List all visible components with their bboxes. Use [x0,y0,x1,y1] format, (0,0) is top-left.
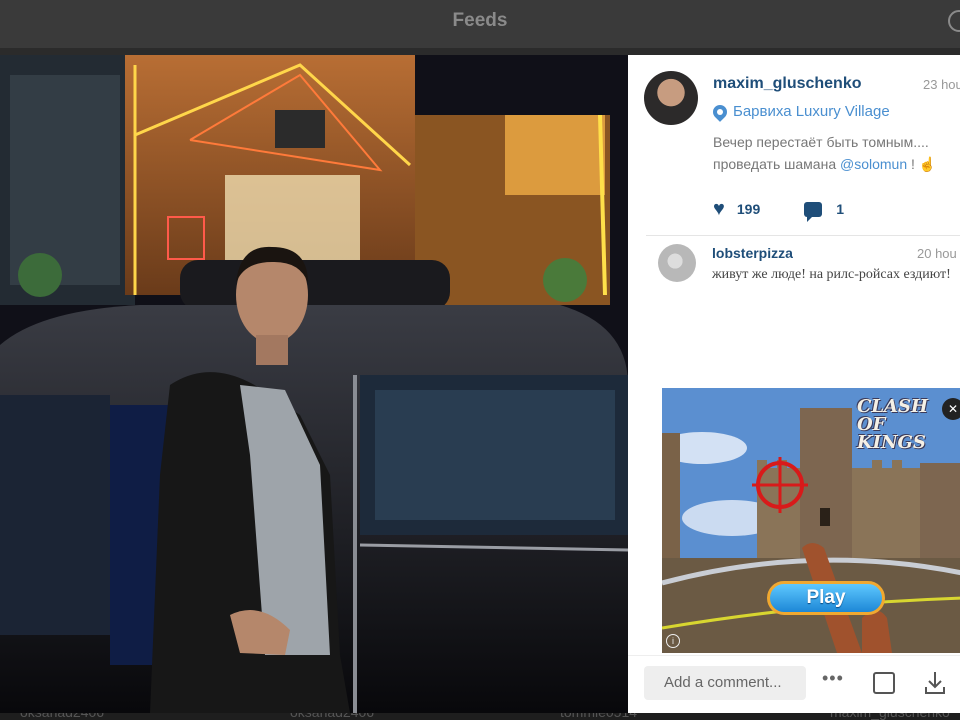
divider [646,235,960,236]
caption-line: проведать шамана @solomun ! ☝ [713,153,960,175]
add-comment-button[interactable]: Add a comment... [644,666,806,700]
top-bar: Feeds [0,0,960,48]
caption-mention-link[interactable]: @solomun [840,156,907,172]
ad-play-button[interactable]: Play [767,581,885,615]
caption-line: Вечер перестаёт быть томным.... [713,134,929,150]
post-username[interactable]: maxim_gluschenko [713,75,862,93]
post-footer: Add a comment... ••• [628,655,960,713]
commenter-avatar[interactable] [658,244,696,282]
post-location[interactable]: Барвиха Luxury Village [710,101,890,122]
location-label: Барвиха Luxury Village [733,103,890,120]
post-detail-panel: maxim_gluschenko 23 hou Барвиха Luxury V… [628,55,960,713]
comment-time: 20 hou [917,246,957,261]
likes-count: 199 [736,201,761,217]
ad-banner[interactable]: CLASH OF KINGS ✕ Play i [662,388,960,653]
post-time: 23 hou [923,77,960,92]
expand-icon[interactable] [873,672,895,694]
heart-icon[interactable]: ♥ [713,199,725,219]
post-photo-image [0,55,628,713]
caption-text: проведать шамана [713,156,840,172]
post-stats: ♥ 199 1 [713,199,845,222]
download-icon[interactable] [924,670,946,696]
location-pin-icon [710,101,730,122]
comment-text: живут же люде! на рилс-ройсах ездиют! [712,267,951,282]
post-caption: Вечер перестаёт быть томным.... проведат… [713,131,960,175]
avatar[interactable] [644,71,698,125]
ad-logo-line: KINGS [857,432,926,453]
ad-info-icon[interactable]: i [666,634,680,648]
comments-count: 1 [836,201,845,217]
comment-username[interactable]: lobsterpizza [712,245,793,261]
page-title: Feeds [452,10,508,31]
caption-text: ! ☝ [907,156,937,172]
post-photo[interactable] [0,55,628,713]
ad-close-button[interactable]: ✕ [942,398,960,420]
more-options-icon[interactable]: ••• [822,668,844,689]
comment-bubble-icon[interactable] [804,201,823,222]
